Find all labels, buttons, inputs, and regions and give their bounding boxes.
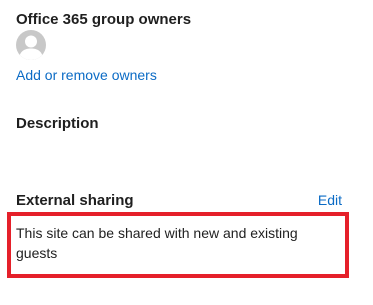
external-sharing-title: External sharing bbox=[16, 192, 134, 209]
description-title: Description bbox=[16, 115, 99, 132]
add-remove-owners-link[interactable]: Add or remove owners bbox=[16, 67, 157, 83]
person-icon bbox=[19, 35, 43, 60]
group-owners-title: Office 365 group owners bbox=[16, 11, 192, 28]
owner-avatar[interactable] bbox=[16, 30, 46, 60]
external-sharing-status: This site can be shared with new and exi… bbox=[16, 225, 298, 261]
edit-external-sharing-link[interactable]: Edit bbox=[318, 192, 342, 208]
